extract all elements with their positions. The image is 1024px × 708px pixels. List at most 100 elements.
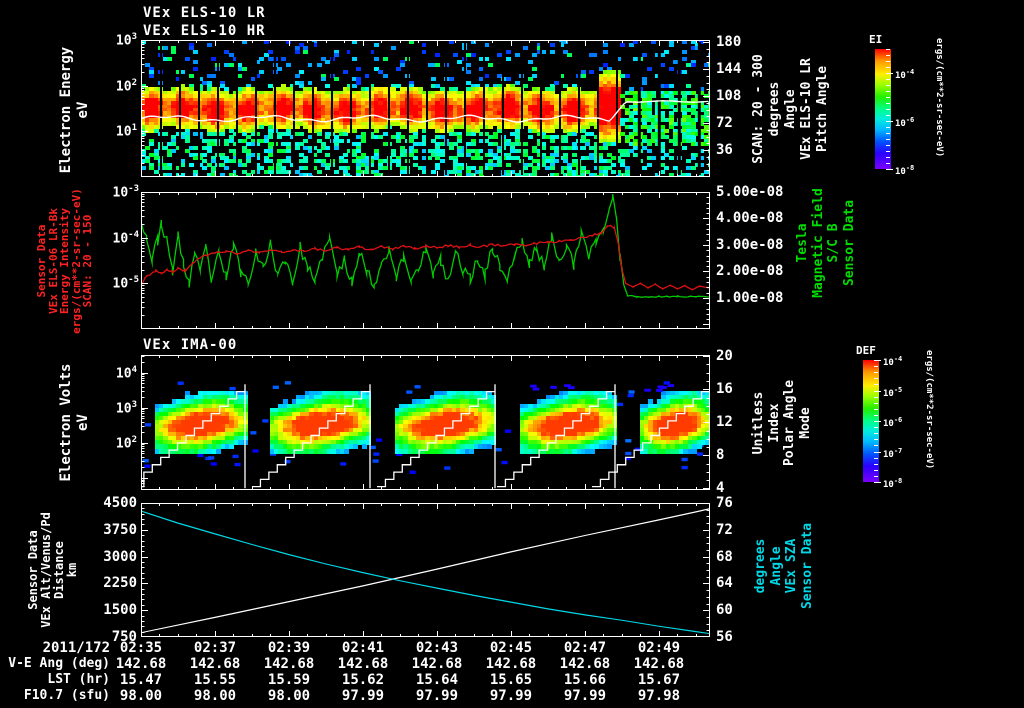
footer-value: 15.62: [341, 672, 385, 688]
sza-tick-label: 68: [716, 548, 733, 565]
bfield-tick-label: 2.00e-08: [716, 263, 784, 280]
intensity-tick-label: 10-3: [112, 184, 140, 201]
ima-ev-tick-label: 103: [115, 399, 137, 417]
footer-value: 97.98: [637, 688, 681, 704]
colorbar-tick-mark: [886, 121, 893, 122]
footer-value: 98.00: [267, 688, 311, 704]
colorbar-def-units: ergs/(cm**2-sr-sec-eV): [924, 350, 934, 470]
time-tick-label: 02:47: [563, 640, 607, 656]
colorbar-tick-mark: [874, 414, 878, 416]
panel2-left-axis-label: Sensor Data VEx ELS-06 LR-Bk Energy Intens…: [35, 186, 95, 336]
time-tick-label: 02:35: [119, 640, 163, 656]
side-label-line: Electron Volts: [58, 363, 74, 482]
colorbar-tick-mark: [886, 163, 890, 164]
mode-tick-label: 16: [716, 381, 733, 398]
ima-ev-tick-label: 104: [115, 364, 137, 381]
els-pitch-tick-label: 108: [716, 88, 742, 105]
colorbar-tick-label: 10-8: [895, 164, 915, 177]
colorbar-tick-mark: [874, 463, 878, 465]
colorbar-tick-mark: [874, 433, 878, 435]
panel1-title-line2: VEx ELS-10 HR: [143, 23, 266, 39]
colorbar-tick-mark: [874, 482, 881, 483]
colorbar-tick-mark: [874, 457, 878, 459]
side-label-line: km: [65, 562, 79, 578]
bfield-tick-label: 3.00e-08: [716, 236, 784, 253]
side-label-rotated: Electron Energy eV: [58, 40, 92, 180]
side-label-line: Mode: [797, 407, 813, 439]
els-pitch-tick-label: 144: [716, 61, 742, 78]
sza-tick-label: 60: [716, 602, 733, 619]
colorbar-ei-title: EI: [869, 33, 883, 46]
sza-tick-label: 72: [716, 521, 733, 538]
colorbar-tick-label: 10-5: [883, 385, 903, 399]
els-energy-tick-label: 102: [115, 77, 137, 94]
colorbar-tick-mark: [886, 115, 890, 116]
footer-value: 97.99: [563, 688, 607, 704]
distance-tick-label: 1500: [103, 602, 137, 619]
panel3-left-axis-label: Electron Volts eV: [58, 350, 92, 495]
bfield-tick-label: 1.00e-08: [716, 289, 784, 306]
side-label-line: Angle: [768, 546, 784, 586]
footer-value: 15.66: [563, 672, 607, 688]
panel4-left-axis-label: Sensor Data VEx Alt/Venus/Pd Distance km: [26, 487, 79, 653]
intensity-tick-label: 10-4: [112, 229, 140, 246]
distance-tick-label: 2250: [103, 575, 137, 592]
sza-tick-label: 64: [716, 575, 733, 592]
time-tick-label: 02:37: [193, 640, 237, 656]
footer-value: 15.65: [489, 672, 533, 688]
side-label-line: eV: [75, 414, 91, 431]
plot-page: VEx ELS-10 LR VEx ELS-10 HR VEx IMA-00 E…: [0, 0, 1024, 708]
colorbar-tick-mark: [886, 61, 890, 62]
colorbar-tick-mark: [874, 469, 878, 471]
footer-value: 142.68: [411, 656, 463, 672]
mode-tick-label: 4: [716, 480, 725, 497]
colorbar-tick-mark: [874, 402, 878, 404]
colorbar-tick-mark: [886, 151, 890, 152]
panel4-right-axis-label: degrees Angle VEx SZA Sensor Data: [753, 482, 815, 650]
side-label-rotated: Unitless Index Polar Angle Mode: [751, 348, 813, 498]
colorbar-tick-label: 10-7: [883, 446, 903, 460]
sza-tick-label: 76: [716, 495, 733, 511]
colorbar-tick-mark: [874, 439, 878, 441]
els-pitch-tick-label: 72: [716, 115, 733, 132]
intensity-tick-label: 10-5: [112, 275, 140, 292]
distance-tick-label: 3750: [103, 521, 137, 538]
colorbar-tick-mark: [886, 103, 890, 104]
footer-value: 97.99: [489, 688, 533, 704]
footer-value: 142.68: [337, 656, 389, 672]
side-label-line: Magnetic Field: [810, 188, 826, 298]
footer-value: 15.47: [119, 672, 163, 688]
side-label-line: Polar Angle: [782, 379, 797, 467]
side-label-line: SCAN: 20 - 150: [81, 214, 95, 308]
time-tick-label: 02:49: [637, 640, 681, 656]
colorbar-ei-units: ergs/(cm**2-sr-sec-eV): [934, 38, 944, 158]
colorbar-tick-label: 10-4: [883, 355, 903, 368]
colorbar-tick-mark: [886, 139, 890, 140]
footer-value: 142.68: [559, 656, 611, 672]
footer-value: 98.00: [119, 688, 163, 704]
colorbar-tick-mark: [886, 133, 890, 134]
mode-tick-label: 20: [716, 348, 733, 365]
side-label-line: Electron Energy: [58, 46, 74, 174]
footer-value: 142.68: [189, 656, 241, 672]
distance-tick-label: 3000: [103, 548, 137, 565]
footer-row-label: V-E Ang (deg): [8, 656, 110, 671]
footer-value: 142.68: [485, 656, 537, 672]
bfield-tick-label: 5.00e-08: [716, 184, 784, 200]
colorbar-tick-mark: [886, 73, 893, 74]
bfield-tick-label: 4.00e-08: [716, 210, 784, 227]
footer-value: 97.99: [341, 688, 385, 704]
side-label-rotated: Electron Volts eV: [58, 350, 92, 495]
panel1-title-line1: VEx ELS-10 LR: [143, 5, 266, 21]
distance-tick-label: 4500: [103, 495, 137, 511]
colorbar-tick-mark: [874, 384, 878, 386]
colorbar-tick-mark: [886, 169, 893, 170]
colorbar-tick-label: 10-4: [895, 68, 915, 81]
colorbar-tick-mark: [886, 85, 890, 86]
footer-value: 15.64: [415, 672, 459, 688]
side-label-line: VEx SZA: [784, 538, 799, 594]
time-tick-label: 02:43: [415, 640, 459, 656]
colorbar-tick-mark: [874, 427, 878, 429]
colorbar-tick-mark: [886, 157, 890, 158]
els-energy-tick-label: 101: [115, 123, 137, 140]
